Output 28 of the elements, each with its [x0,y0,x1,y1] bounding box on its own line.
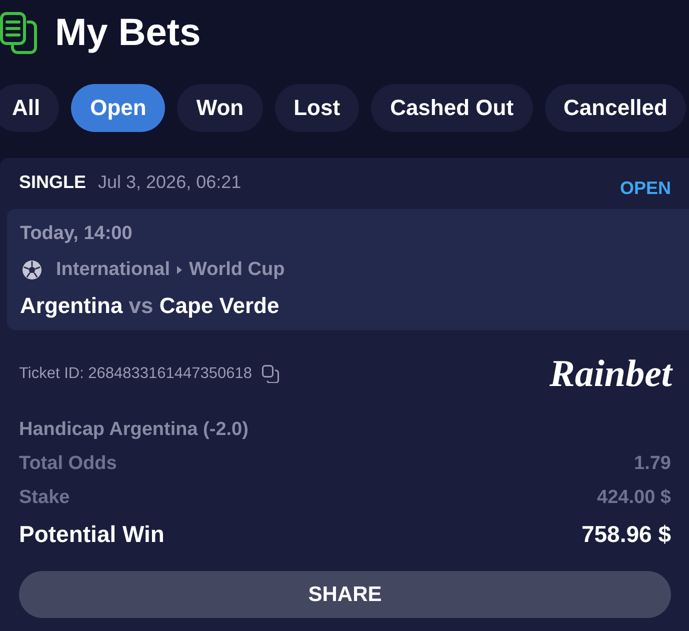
summary-label: Potential Win [19,520,164,548]
match-title: Argentina vs Cape Verde [20,293,280,319]
bet-status: OPEN [620,177,671,200]
ticket-id-text: Ticket ID: 2684833161447350618 [19,364,252,384]
filter-tab[interactable]: All [0,84,60,132]
copy-icon[interactable] [262,365,279,383]
share-button[interactable]: SHARE [19,571,671,618]
summary-label: Total Odds [19,452,117,476]
category-text: International [56,258,170,282]
filter-tab[interactable]: Won [177,84,263,132]
summary-value: 1.79 [634,452,671,476]
filter-tab[interactable]: Open [71,84,166,132]
page-title: My Bets [55,14,201,52]
stacked-documents-icon [0,12,37,54]
league-text: World Cup [189,258,285,282]
summary-label: Stake [19,486,70,510]
summary-value: 424.00 $ [597,486,671,510]
soccer-ball-icon [22,260,42,280]
event-time: Today, 14:00 [20,223,134,245]
brand-logo: Rainbet [550,355,672,393]
caret-icon [177,266,182,274]
bet-date: Jul 3, 2026, 06:21 [98,171,242,194]
filter-tab[interactable]: Cashed Out [371,84,533,132]
summary-value: 758.96 $ [581,520,671,548]
bet-type-label: SINGLE [19,171,86,194]
selection-text: Handicap Argentina (-2.0) [19,418,250,442]
filter-tab[interactable]: Cancelled [544,84,686,132]
filter-tab[interactable]: Lost [274,84,360,132]
